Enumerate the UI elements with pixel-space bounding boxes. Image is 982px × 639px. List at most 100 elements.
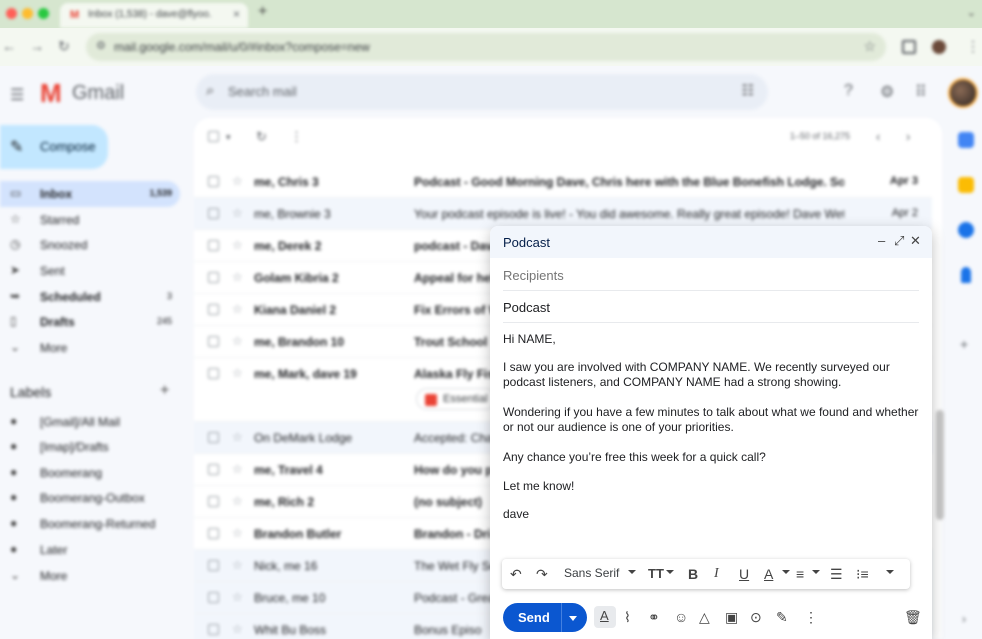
search-icon[interactable]: ⌕	[206, 82, 214, 99]
site-info-icon[interactable]: ⚙	[96, 39, 106, 52]
attachment-chip[interactable]: Essential	[416, 388, 496, 410]
apps-grid-icon[interactable]: ⠿	[915, 82, 927, 102]
row-checkbox[interactable]	[208, 560, 219, 571]
star-icon[interactable]: ☆	[232, 558, 243, 572]
star-icon[interactable]: ☆	[232, 526, 243, 540]
drive-icon[interactable]: △	[699, 609, 710, 625]
more-formatting-caret-icon[interactable]	[886, 570, 894, 574]
table-row[interactable]: ☆ me, Chris 3 Podcast - Good Morning Dav…	[194, 166, 932, 198]
back-icon[interactable]: ←	[2, 38, 16, 54]
older-page-icon[interactable]: ›	[906, 129, 910, 144]
italic-icon[interactable]: I	[714, 565, 719, 583]
schedule-send-caret-icon[interactable]	[569, 616, 577, 621]
row-checkbox[interactable]	[208, 368, 219, 379]
settings-gear-icon[interactable]: ⚙	[880, 82, 894, 102]
add-addon-icon[interactable]: +	[960, 336, 968, 352]
star-icon[interactable]: ☆	[232, 206, 243, 220]
sidebar-item-more[interactable]: ⌄ More	[0, 335, 180, 361]
insert-photo-icon[interactable]: ▣	[725, 609, 738, 625]
insert-link-icon[interactable]: ⚭	[648, 609, 660, 625]
label-item[interactable]: ● [Imap]/Drafts	[0, 434, 180, 460]
star-icon[interactable]: ☆	[232, 270, 243, 284]
select-all-checkbox[interactable]	[208, 131, 219, 142]
underline-icon[interactable]: U	[739, 565, 749, 583]
sidebar-item-drafts[interactable]: ▯ Drafts 245	[0, 309, 180, 335]
label-item[interactable]: ● Boomerang	[0, 460, 180, 486]
fullscreen-icon[interactable]: ⤢	[894, 233, 904, 249]
row-checkbox[interactable]	[208, 336, 219, 347]
sidebar-item-inbox[interactable]: ▭ Inbox 1,539	[0, 181, 180, 207]
bulleted-list-icon[interactable]: ⁝≡	[856, 565, 869, 583]
expand-side-panel-icon[interactable]: ›	[962, 612, 966, 626]
row-checkbox[interactable]	[208, 432, 219, 443]
formatting-options-icon[interactable]: A	[594, 606, 616, 628]
subject-field[interactable]: Podcast	[503, 291, 919, 323]
sidebar-item-snoozed[interactable]: ◷ Snoozed	[0, 232, 180, 258]
label-item[interactable]: ● Later	[0, 537, 180, 563]
size-caret-icon[interactable]	[666, 570, 674, 574]
newer-page-icon[interactable]: ‹	[876, 129, 880, 144]
list-scrollbar[interactable]	[936, 410, 944, 520]
tab-search-chevron-icon[interactable]: ⌄	[967, 6, 976, 19]
row-checkbox[interactable]	[208, 464, 219, 475]
star-icon[interactable]: ☆	[232, 462, 243, 476]
more-options-icon[interactable]: ⋮	[290, 129, 303, 145]
label-item[interactable]: ● Boomerang-Outbox	[0, 485, 180, 511]
recipients-input[interactable]	[503, 268, 919, 283]
window-zoom-dot[interactable]	[38, 8, 49, 19]
row-checkbox[interactable]	[208, 240, 219, 251]
subject-input[interactable]: Podcast	[503, 300, 919, 315]
row-checkbox[interactable]	[208, 624, 219, 635]
row-checkbox[interactable]	[208, 528, 219, 539]
row-checkbox[interactable]	[208, 592, 219, 603]
browser-menu-icon[interactable]: ⋮	[966, 38, 980, 55]
row-checkbox[interactable]	[208, 208, 219, 219]
row-checkbox[interactable]	[208, 272, 219, 283]
align-caret-icon[interactable]	[812, 570, 820, 574]
keep-icon[interactable]	[958, 177, 974, 193]
sidebar-toggle-icon[interactable]	[902, 40, 916, 54]
discard-trash-icon[interactable]: 🗑	[904, 609, 922, 625]
color-caret-icon[interactable]	[782, 570, 790, 574]
close-icon[interactable]: ✕	[910, 233, 921, 249]
forward-icon[interactable]: →	[30, 38, 44, 54]
help-icon[interactable]: ?	[844, 82, 853, 100]
row-checkbox[interactable]	[208, 304, 219, 315]
sidebar-item-sent[interactable]: ➤ Sent	[0, 258, 180, 284]
numbered-list-icon[interactable]: ☰	[830, 565, 843, 583]
create-label-icon[interactable]: +	[160, 382, 169, 400]
emoji-icon[interactable]: ☺	[674, 609, 688, 625]
search-bar[interactable]: ⌕ Search mail ☷	[196, 74, 768, 110]
tasks-icon[interactable]	[958, 222, 974, 238]
labels-more[interactable]: ⌄ More	[0, 563, 180, 589]
signature-pen-icon[interactable]: ✎	[776, 609, 788, 625]
star-icon[interactable]: ☆	[232, 302, 243, 316]
send-button[interactable]: Send	[503, 603, 587, 632]
label-item[interactable]: ● [Gmail]/All Mail	[0, 409, 180, 435]
redo-icon[interactable]: ↷	[536, 565, 548, 583]
omnibox[interactable]: ⚙ mail.google.com/mail/u/0/#inbox?compos…	[86, 33, 886, 61]
calendar-icon[interactable]	[958, 132, 974, 148]
star-icon[interactable]: ☆	[232, 238, 243, 252]
refresh-icon[interactable]: ↻	[256, 129, 267, 145]
select-menu-caret-icon[interactable]: ▾	[226, 132, 231, 143]
browser-tab[interactable]: M Inbox (1,538) - dave@flyoo... ×	[60, 3, 248, 28]
label-item[interactable]: ● Boomerang-Returned	[0, 511, 180, 537]
compose-button[interactable]: ✎ Compose	[0, 125, 108, 169]
row-checkbox[interactable]	[208, 176, 219, 187]
sidebar-item-scheduled[interactable]: ➥ Scheduled 3	[0, 284, 180, 310]
star-icon[interactable]: ☆	[232, 622, 243, 636]
star-icon[interactable]: ☆	[232, 334, 243, 348]
confidential-lock-icon[interactable]: ⊙	[750, 609, 762, 625]
tab-close-icon[interactable]: ×	[233, 7, 240, 21]
attach-file-icon[interactable]: ⌇	[624, 609, 631, 625]
gmail-logo[interactable]: M Gmail	[40, 80, 130, 106]
search-input[interactable]: Search mail	[228, 84, 297, 99]
sidebar-item-starred[interactable]: ☆ Starred	[0, 207, 180, 233]
window-close-dot[interactable]	[6, 8, 17, 19]
font-family-select[interactable]: Sans Serif	[564, 566, 619, 580]
text-size-icon[interactable]: TT	[648, 565, 664, 583]
profile-avatar-icon[interactable]	[932, 40, 946, 54]
window-minimize-dot[interactable]	[22, 8, 33, 19]
search-options-icon[interactable]: ☷	[741, 82, 754, 99]
